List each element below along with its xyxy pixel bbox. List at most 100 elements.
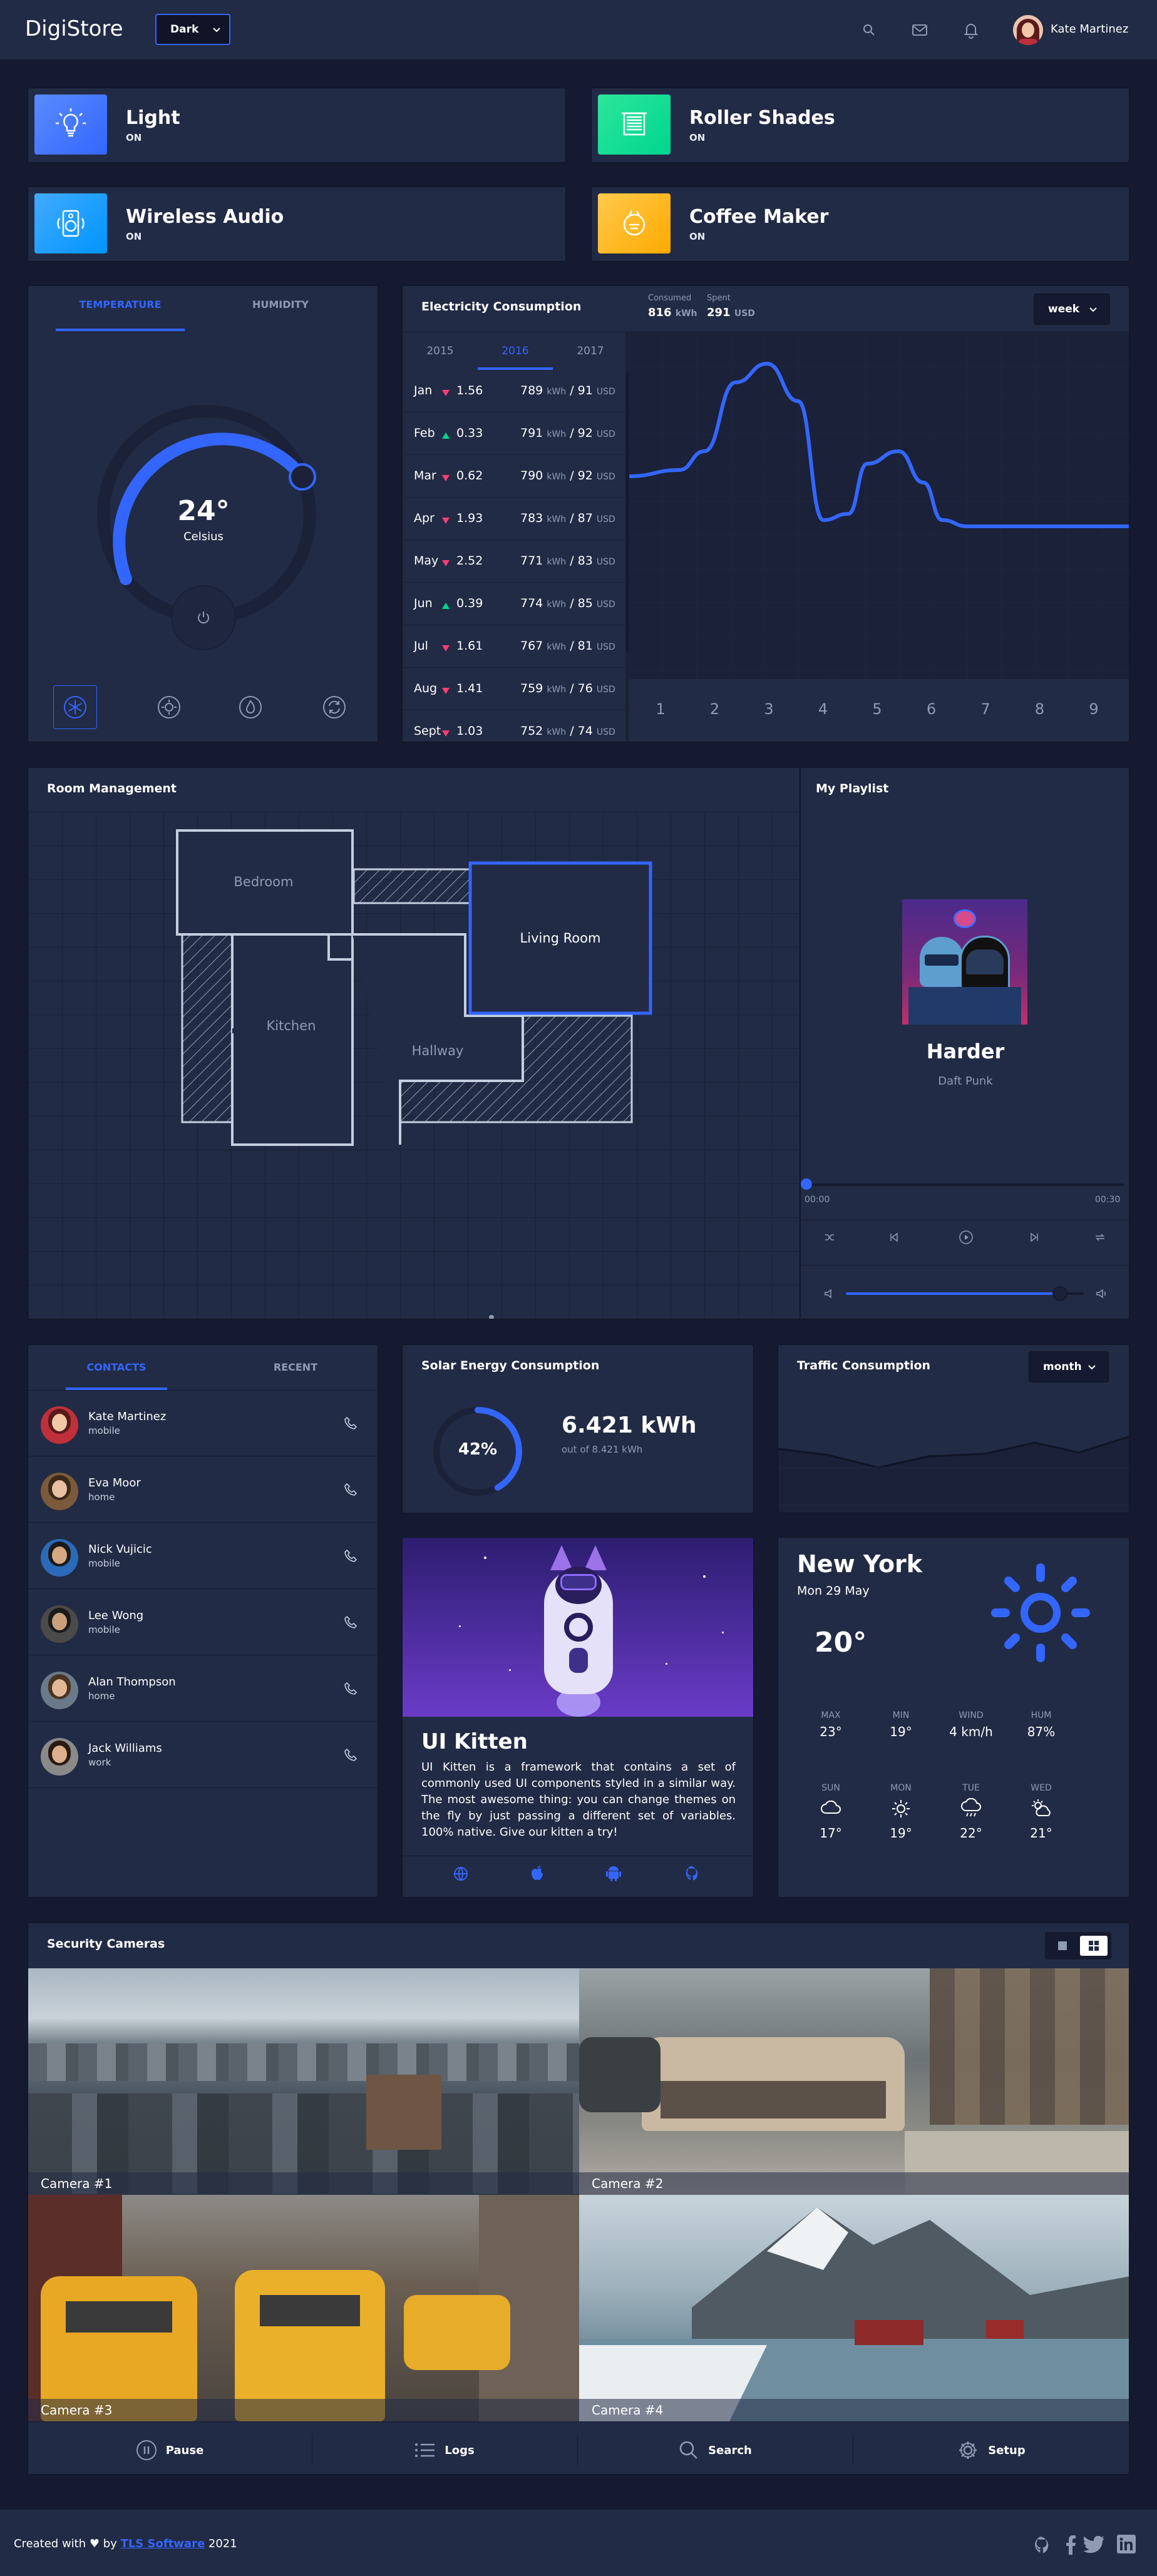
electricity-row[interactable]: Aug 1.41 759 kWh / 76 USD: [403, 668, 625, 710]
user-name[interactable]: Kate Martinez: [1051, 23, 1128, 36]
temperature-value: 24°: [177, 495, 230, 527]
contact-row[interactable]: Alan Thompson home: [28, 1655, 378, 1722]
phone-icon[interactable]: [344, 1615, 357, 1632]
power-button[interactable]: [172, 586, 235, 649]
forecast-day: SUN: [821, 1783, 840, 1793]
consumed-value: 816 kWh: [648, 306, 697, 319]
volume-up-icon[interactable]: [1095, 1287, 1109, 1300]
heart-down-icon: [441, 514, 450, 528]
contact-row[interactable]: Eva Moor home: [28, 1456, 378, 1523]
weather-detail-label: WIND: [959, 1710, 984, 1720]
mail-icon[interactable]: [912, 23, 928, 38]
shuffle-icon[interactable]: [823, 1231, 836, 1244]
volume-slider[interactable]: [846, 1286, 1084, 1301]
period-select[interactable]: week: [1034, 294, 1110, 325]
bell-icon[interactable]: [963, 21, 979, 39]
status-card-coffee-maker[interactable]: Coffee Maker ON: [591, 187, 1129, 262]
cloud-rain-icon: [960, 1797, 982, 1822]
avatar: [41, 1672, 78, 1709]
mode-cool-button[interactable]: [53, 685, 97, 729]
room-label-kitchen[interactable]: Kitchen: [229, 1018, 354, 1033]
progress-track[interactable]: [801, 1178, 1124, 1190]
playlist-card: My Playlist Harder Daft Punk 00:00 00:30: [800, 767, 1129, 1319]
logo[interactable]: DigiStore: [25, 16, 123, 41]
volume-thumb[interactable]: [1052, 1286, 1067, 1301]
traffic-chart: [778, 1429, 1129, 1513]
repeat-icon[interactable]: [1094, 1231, 1106, 1244]
electricity-row[interactable]: Jan 1.56 789 kWh / 91 USD: [403, 370, 625, 412]
user-avatar[interactable]: [1013, 15, 1043, 45]
heart-down-icon: [441, 386, 450, 400]
skip-forward-icon[interactable]: [1029, 1231, 1041, 1244]
electricity-row[interactable]: Apr 1.93 783 kWh / 87 USD: [403, 498, 625, 540]
electricity-row[interactable]: Mar 0.62 790 kWh / 92 USD: [403, 455, 625, 498]
footer: Created with ♥ by TLS Software 2021: [0, 2510, 1157, 2576]
single-view-button[interactable]: [1049, 1936, 1076, 1956]
electricity-row[interactable]: Sept 1.03 752 kWh / 74 USD: [403, 710, 625, 742]
speaker-icon: [34, 193, 107, 253]
contact-row[interactable]: Lee Wong mobile: [28, 1589, 378, 1655]
contact-row[interactable]: Nick Vujicic mobile: [28, 1523, 378, 1589]
status-card-light[interactable]: Light ON: [28, 88, 566, 163]
phone-icon[interactable]: [344, 1748, 357, 1764]
phone-icon[interactable]: [344, 1549, 357, 1565]
tab-contacts[interactable]: CONTACTS: [66, 1361, 167, 1373]
grid-view-button[interactable]: [1080, 1936, 1108, 1956]
room-label-bedroom[interactable]: Bedroom: [201, 874, 326, 889]
contact-row[interactable]: Kate Martinez mobile: [28, 1390, 378, 1456]
row-delta: 1.03: [456, 724, 483, 738]
skip-back-icon[interactable]: [887, 1231, 900, 1244]
android-icon[interactable]: [605, 1864, 622, 1882]
year-tab-2016[interactable]: 2016: [478, 345, 553, 357]
electricity-row[interactable]: Feb 0.33 791 kWh / 92 USD: [403, 412, 625, 455]
tab-temperature[interactable]: TEMPERATURE: [56, 299, 185, 310]
linkedin-icon[interactable]: [1117, 2535, 1136, 2553]
pause-button[interactable]: Pause: [28, 2426, 312, 2475]
globe-icon[interactable]: [453, 1866, 469, 1882]
status-card-roller-shades[interactable]: Roller Shades ON: [591, 88, 1129, 163]
progress-thumb[interactable]: [801, 1178, 812, 1190]
mode-warm-button[interactable]: [147, 685, 191, 729]
row-month: Jan: [414, 384, 433, 397]
tab-recent[interactable]: RECENT: [245, 1361, 346, 1373]
status-card-state: ON: [126, 132, 142, 143]
logs-button[interactable]: Logs: [312, 2426, 577, 2475]
search-icon[interactable]: [861, 23, 877, 38]
room-label-hallway[interactable]: Hallway: [375, 1043, 500, 1058]
setup-button[interactable]: Setup: [853, 2426, 1129, 2475]
status-card-wireless-audio[interactable]: Wireless Audio ON: [28, 187, 566, 262]
electricity-row[interactable]: May 2.52 771 kWh / 83 USD: [403, 540, 625, 583]
camera-3[interactable]: Camera #3: [28, 2195, 579, 2421]
volume-down-icon[interactable]: [823, 1287, 836, 1300]
electricity-row[interactable]: Jul 1.61 767 kWh / 81 USD: [403, 625, 625, 668]
year-tab-2017[interactable]: 2017: [553, 345, 628, 357]
search-button[interactable]: Search: [577, 2426, 853, 2475]
phone-icon[interactable]: [344, 1682, 357, 1698]
theme-select[interactable]: Dark: [155, 14, 230, 45]
camera-4[interactable]: Camera #4: [579, 2195, 1129, 2421]
footer-link[interactable]: TLS Software: [121, 2537, 205, 2550]
forecast-temp: 21°: [1030, 1826, 1052, 1841]
contact-row[interactable]: Jack Williams work: [28, 1722, 378, 1788]
play-icon[interactable]: [959, 1230, 974, 1245]
refresh-icon: [322, 695, 347, 720]
github-icon[interactable]: [684, 1864, 702, 1882]
mode-auto-button[interactable]: [312, 685, 356, 729]
tab-humidity[interactable]: HUMIDITY: [216, 299, 345, 310]
camera-1[interactable]: Camera #1: [28, 1968, 579, 2195]
phone-icon[interactable]: [344, 1483, 357, 1499]
row-month: Feb: [414, 426, 435, 440]
traffic-period-select[interactable]: month: [1029, 1351, 1109, 1383]
electricity-row[interactable]: Jun 0.39 774 kWh / 85 USD: [403, 583, 625, 625]
github-icon[interactable]: [1033, 2535, 1053, 2555]
phone-icon[interactable]: [344, 1416, 357, 1433]
twitter-icon[interactable]: [1083, 2536, 1104, 2553]
apple-icon[interactable]: [529, 1864, 545, 1882]
year-tab-2015[interactable]: 2015: [403, 345, 478, 357]
room-label-living-room[interactable]: Living Room: [498, 931, 623, 946]
camera-label: Camera #4: [579, 2399, 1129, 2421]
camera-2[interactable]: Camera #2: [579, 1968, 1129, 2195]
facebook-icon[interactable]: [1064, 2535, 1077, 2555]
mode-heat-button[interactable]: [229, 685, 272, 729]
resize-handle[interactable]: [489, 1315, 494, 1319]
